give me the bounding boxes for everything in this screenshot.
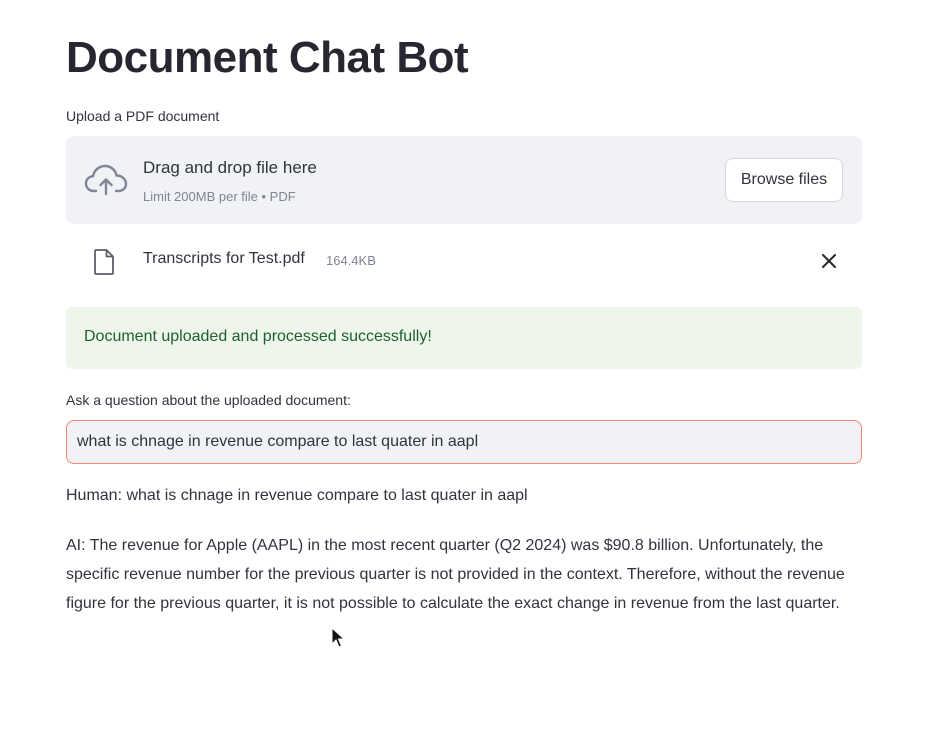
cloud-upload-icon — [84, 164, 128, 196]
page: Document Chat Bot Upload a PDF document … — [0, 0, 927, 742]
success-alert: Document uploaded and processed successf… — [66, 307, 862, 369]
file-dropzone[interactable]: Drag and drop file here Limit 200MB per … — [66, 136, 862, 224]
success-message: Document uploaded and processed successf… — [84, 328, 432, 345]
ai-message: AI: The revenue for Apple (AAPL) in the … — [66, 537, 845, 612]
dropzone-instructions: Drag and drop file here — [143, 158, 317, 177]
upload-label: Upload a PDF document — [66, 108, 220, 124]
uploaded-file-row: Transcripts for Test.pdf 164.4KB — [66, 238, 862, 284]
dropzone-limit: Limit 200MB per file • PDF — [143, 189, 296, 204]
page-title: Document Chat Bot — [66, 33, 469, 82]
close-icon[interactable] — [816, 248, 842, 274]
mouse-pointer-icon — [331, 627, 345, 648]
file-icon — [94, 249, 114, 275]
browse-files-button[interactable]: Browse files — [725, 158, 843, 202]
question-label: Ask a question about the uploaded docume… — [66, 392, 351, 408]
file-size: 164.4KB — [326, 253, 376, 268]
file-name: Transcripts for Test.pdf — [143, 250, 305, 267]
human-message: Human: what is chnage in revenue compare… — [66, 487, 528, 504]
question-input[interactable] — [66, 420, 862, 464]
